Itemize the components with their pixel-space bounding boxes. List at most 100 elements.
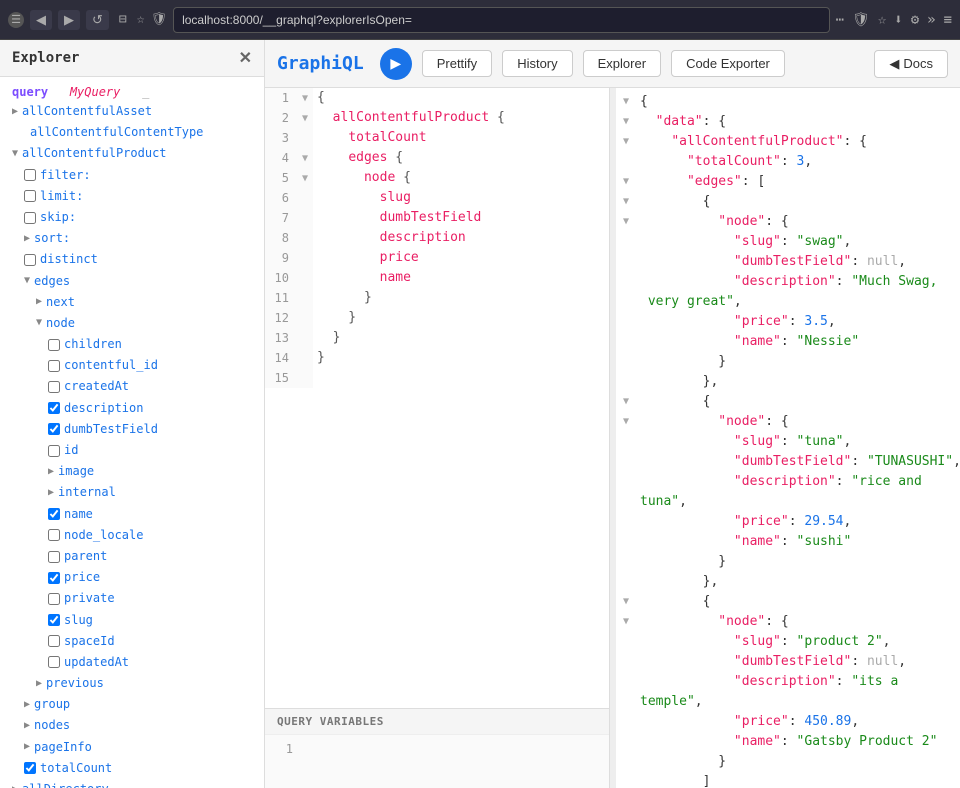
result-content: tuna", bbox=[636, 492, 960, 512]
tree-item-distinct[interactable]: distinct bbox=[0, 249, 264, 270]
result-line: } bbox=[616, 552, 960, 572]
tree-item-nodes[interactable]: ▶ nodes bbox=[0, 715, 264, 736]
editor-body[interactable]: 1 ▼ { 2 ▼ allContentfulProduct { 3 total… bbox=[265, 88, 609, 708]
result-content: { bbox=[636, 392, 960, 412]
fold-icon[interactable]: ▼ bbox=[623, 192, 629, 212]
tree-item-parent[interactable]: parent bbox=[0, 546, 264, 567]
line-content: } bbox=[313, 348, 609, 368]
fold-icon[interactable]: ▼ bbox=[623, 112, 629, 132]
fold-icon[interactable]: ▼ bbox=[623, 412, 629, 432]
tree-item-name[interactable]: name bbox=[0, 504, 264, 525]
fold-icon[interactable]: ▼ bbox=[623, 92, 629, 112]
tree-item-node[interactable]: ▼ node bbox=[0, 313, 264, 334]
query-variables: QUERY VARIABLES 1 bbox=[265, 708, 609, 788]
line-number: 13 bbox=[265, 328, 297, 348]
tree-item-allDirectory[interactable]: ▶ allDirectory bbox=[0, 779, 264, 788]
item-label: image bbox=[58, 462, 94, 481]
tree-item-allContentfulAsset[interactable]: ▶ allContentfulAsset bbox=[0, 101, 264, 122]
filter-checkbox[interactable] bbox=[24, 169, 36, 181]
tree-item-next[interactable]: ▶ next bbox=[0, 292, 264, 313]
docs-button[interactable]: ◀ Docs bbox=[874, 50, 948, 78]
fold-icon[interactable]: ▼ bbox=[623, 132, 629, 152]
parent-checkbox[interactable] bbox=[48, 551, 60, 563]
tree-item-pageInfo[interactable]: ▶ pageInfo bbox=[0, 737, 264, 758]
tree-item-group[interactable]: ▶ group bbox=[0, 694, 264, 715]
code-exporter-button[interactable]: Code Exporter bbox=[671, 50, 785, 77]
children-checkbox[interactable] bbox=[48, 339, 60, 351]
fold-btn[interactable]: ▼ bbox=[302, 173, 308, 184]
fold-btn[interactable]: ▼ bbox=[302, 153, 308, 164]
distinct-checkbox[interactable] bbox=[24, 254, 36, 266]
fold-icon[interactable]: ▼ bbox=[623, 592, 629, 612]
skip-checkbox[interactable] bbox=[24, 212, 36, 224]
query-variables-content[interactable]: 1 bbox=[265, 735, 609, 785]
result-gutter: ▼ bbox=[616, 212, 636, 232]
id-checkbox[interactable] bbox=[48, 445, 60, 457]
fold-icon[interactable]: ▼ bbox=[623, 612, 629, 632]
run-icon: ▶ bbox=[390, 55, 401, 72]
fold-btn[interactable]: ▼ bbox=[302, 93, 308, 104]
result-gutter: ▼ bbox=[616, 112, 636, 132]
contentful-id-checkbox[interactable] bbox=[48, 360, 60, 372]
history-button[interactable]: History bbox=[502, 50, 572, 77]
private-checkbox[interactable] bbox=[48, 593, 60, 605]
fold-icon[interactable]: ▼ bbox=[623, 212, 629, 232]
tree-item-sort[interactable]: ▶ sort: bbox=[0, 228, 264, 249]
fold-btn[interactable]: ▼ bbox=[302, 113, 308, 124]
tree-item-skip[interactable]: skip: bbox=[0, 207, 264, 228]
tree-item-spaceId[interactable]: spaceId bbox=[0, 631, 264, 652]
tree-item-previous[interactable]: ▶ previous bbox=[0, 673, 264, 694]
tree-item-slug[interactable]: slug bbox=[0, 610, 264, 631]
tree-item-limit[interactable]: limit: bbox=[0, 186, 264, 207]
fold-icon[interactable]: ▼ bbox=[623, 392, 629, 412]
tree-item-private[interactable]: private bbox=[0, 588, 264, 609]
updatedAt-checkbox[interactable] bbox=[48, 656, 60, 668]
line-gutter: ▼ bbox=[297, 108, 313, 128]
createdAt-checkbox[interactable] bbox=[48, 381, 60, 393]
forward-btn[interactable]: ▶ bbox=[58, 10, 80, 30]
spaceId-checkbox[interactable] bbox=[48, 635, 60, 647]
prettify-button[interactable]: Prettify bbox=[422, 50, 492, 77]
query-declaration: query MyQuery _ bbox=[0, 83, 264, 101]
tree-item-node-locale[interactable]: node_locale bbox=[0, 525, 264, 546]
tree-item-edges[interactable]: ▼ edges bbox=[0, 271, 264, 292]
item-label: description bbox=[64, 399, 143, 418]
result-content: "price": 29.54, bbox=[636, 512, 960, 532]
query-editor: 1 ▼ { 2 ▼ allContentfulProduct { 3 total… bbox=[265, 88, 610, 788]
browser-menu-btn[interactable]: ☰ bbox=[8, 12, 24, 28]
tree-item-filter[interactable]: filter: bbox=[0, 165, 264, 186]
tree-item-children[interactable]: children bbox=[0, 334, 264, 355]
tree-item-contentful-id[interactable]: contentful_id bbox=[0, 355, 264, 376]
slug-checkbox[interactable] bbox=[48, 614, 60, 626]
tree-item-allContentfulContentType[interactable]: allContentfulContentType bbox=[0, 122, 264, 143]
description-checkbox[interactable] bbox=[48, 402, 60, 414]
tree-item-internal[interactable]: ▶ internal bbox=[0, 482, 264, 503]
back-btn[interactable]: ◀ bbox=[30, 10, 52, 30]
totalCount-checkbox[interactable] bbox=[24, 762, 36, 774]
line-content: edges { bbox=[313, 148, 609, 168]
tree-item-dumbTestField[interactable]: dumbTestField bbox=[0, 419, 264, 440]
reload-btn[interactable]: ↺ bbox=[86, 10, 109, 30]
limit-checkbox[interactable] bbox=[24, 190, 36, 202]
price-checkbox[interactable] bbox=[48, 572, 60, 584]
tree-item-price[interactable]: price bbox=[0, 567, 264, 588]
explorer-button[interactable]: Explorer bbox=[583, 50, 661, 77]
run-button[interactable]: ▶ bbox=[380, 48, 412, 80]
explorer-close-button[interactable]: ✕ bbox=[239, 48, 252, 68]
item-label: node_locale bbox=[64, 526, 143, 545]
name-checkbox[interactable] bbox=[48, 508, 60, 520]
tree-item-id[interactable]: id bbox=[0, 440, 264, 461]
tree-item-image[interactable]: ▶ image bbox=[0, 461, 264, 482]
dumbTestField-checkbox[interactable] bbox=[48, 423, 60, 435]
tree-item-allContentfulProduct[interactable]: ▼ allContentfulProduct bbox=[0, 143, 264, 164]
result-gutter bbox=[616, 512, 636, 532]
tree-item-totalCount[interactable]: totalCount bbox=[0, 758, 264, 779]
editor-line-6: 6 slug bbox=[265, 188, 609, 208]
result-gutter bbox=[616, 152, 636, 172]
url-bar[interactable] bbox=[173, 7, 830, 33]
tree-item-updatedAt[interactable]: updatedAt bbox=[0, 652, 264, 673]
tree-item-description[interactable]: description bbox=[0, 398, 264, 419]
tree-item-createdAt[interactable]: createdAt bbox=[0, 376, 264, 397]
fold-icon[interactable]: ▼ bbox=[623, 172, 629, 192]
node-locale-checkbox[interactable] bbox=[48, 529, 60, 541]
